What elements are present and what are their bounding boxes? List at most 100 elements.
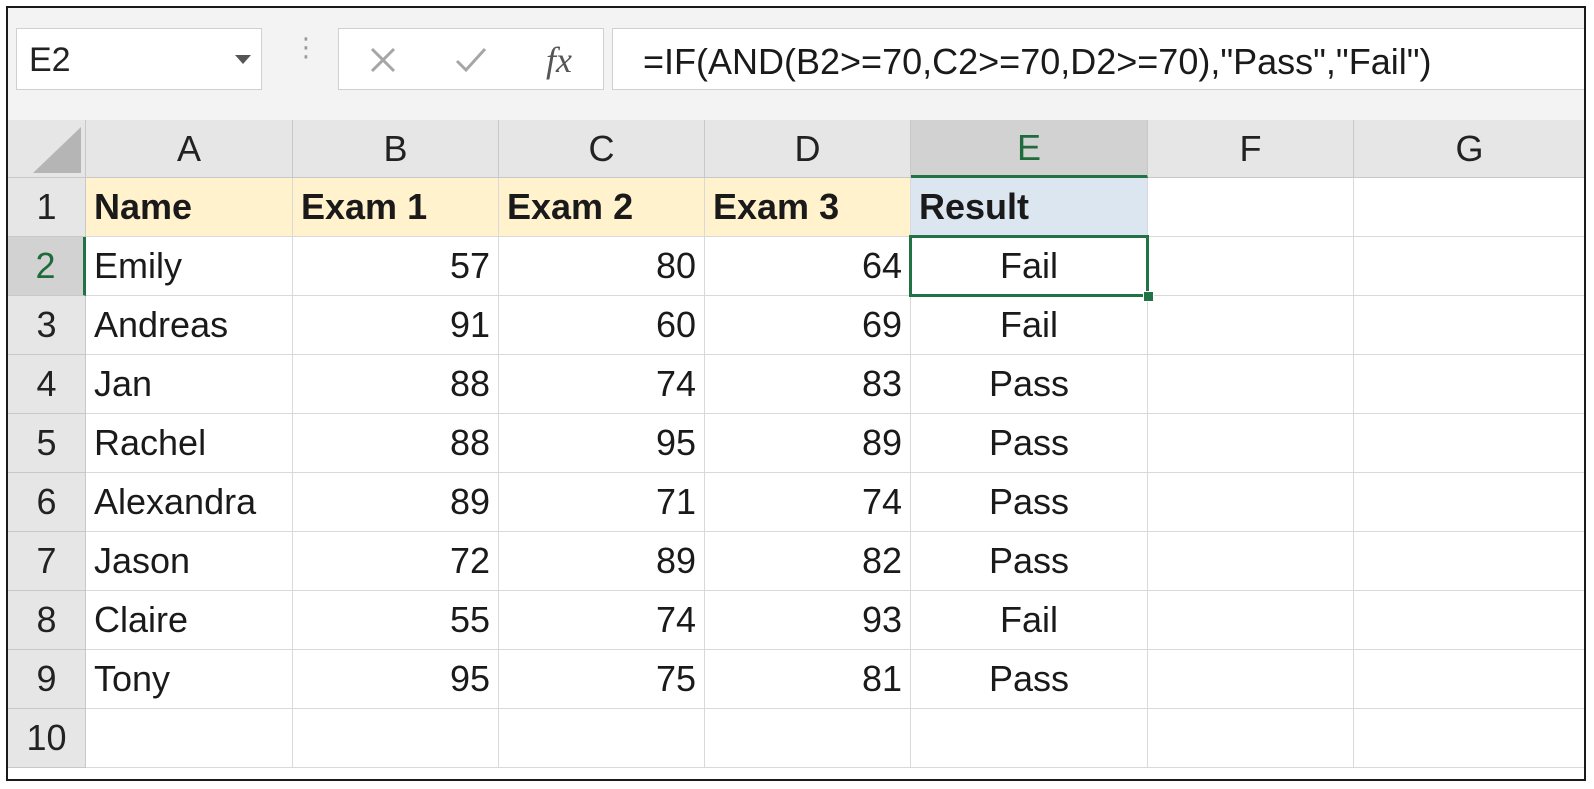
cell-e10[interactable]	[911, 709, 1148, 768]
cell-f10[interactable]	[1148, 709, 1354, 768]
cell-b2[interactable]: 57	[293, 237, 499, 296]
cell-b5[interactable]: 88	[293, 414, 499, 473]
cell-e4[interactable]: Pass	[911, 355, 1148, 414]
cell-e3[interactable]: Fail	[911, 296, 1148, 355]
cell-a10[interactable]	[86, 709, 293, 768]
column-header-e[interactable]: E	[911, 120, 1148, 178]
cell-f4[interactable]	[1148, 355, 1354, 414]
cell-d4[interactable]: 83	[705, 355, 911, 414]
cell-b6[interactable]: 89	[293, 473, 499, 532]
column-header-c[interactable]: C	[499, 120, 705, 178]
row-header-9[interactable]: 9	[8, 650, 86, 709]
header-cell-d[interactable]: Exam 3	[705, 178, 911, 237]
name-box-value: E2	[29, 41, 71, 79]
check-icon	[455, 47, 487, 73]
cell-a6[interactable]: Alexandra	[86, 473, 293, 532]
cell-f1[interactable]	[1148, 178, 1354, 237]
excel-window: E2 ⋮ fx =IF(AND(B2>=70,C2>=70,D2>=70),"P…	[6, 6, 1586, 781]
cell-g3[interactable]	[1354, 296, 1584, 355]
cell-g5[interactable]	[1354, 414, 1584, 473]
formula-input[interactable]: =IF(AND(B2>=70,C2>=70,D2>=70),"Pass","Fa…	[612, 28, 1584, 90]
cell-b10[interactable]	[293, 709, 499, 768]
cell-g10[interactable]	[1354, 709, 1584, 768]
header-cell-a[interactable]: Name	[86, 178, 293, 237]
row-header-4[interactable]: 4	[8, 355, 86, 414]
cell-f3[interactable]	[1148, 296, 1354, 355]
cell-f6[interactable]	[1148, 473, 1354, 532]
row-header-10[interactable]: 10	[8, 709, 86, 768]
cell-e5[interactable]: Pass	[911, 414, 1148, 473]
cell-d10[interactable]	[705, 709, 911, 768]
cell-d7[interactable]: 82	[705, 532, 911, 591]
cell-g6[interactable]	[1354, 473, 1584, 532]
cell-d5[interactable]: 89	[705, 414, 911, 473]
cell-e8[interactable]: Fail	[911, 591, 1148, 650]
cell-c9[interactable]: 75	[499, 650, 705, 709]
cell-b4[interactable]: 88	[293, 355, 499, 414]
column-header-f[interactable]: F	[1148, 120, 1354, 178]
column-header-d[interactable]: D	[705, 120, 911, 178]
cell-d6[interactable]: 74	[705, 473, 911, 532]
chevron-down-icon[interactable]	[235, 55, 251, 64]
cell-c2[interactable]: 80	[499, 237, 705, 296]
cell-d3[interactable]: 69	[705, 296, 911, 355]
cell-f2[interactable]	[1148, 237, 1354, 296]
cell-f8[interactable]	[1148, 591, 1354, 650]
cell-b9[interactable]: 95	[293, 650, 499, 709]
cell-c3[interactable]: 60	[499, 296, 705, 355]
cell-d9[interactable]: 81	[705, 650, 911, 709]
more-options-icon[interactable]: ⋮	[293, 34, 319, 77]
cell-e9[interactable]: Pass	[911, 650, 1148, 709]
cell-d8[interactable]: 93	[705, 591, 911, 650]
header-cell-c[interactable]: Exam 2	[499, 178, 705, 237]
cell-g1[interactable]	[1354, 178, 1584, 237]
fill-handle[interactable]	[1143, 291, 1154, 302]
cell-a5[interactable]: Rachel	[86, 414, 293, 473]
cell-c5[interactable]: 95	[499, 414, 705, 473]
cell-c4[interactable]: 74	[499, 355, 705, 414]
select-all-button[interactable]	[8, 120, 86, 178]
row-header-1[interactable]: 1	[8, 178, 86, 237]
insert-function-button[interactable]: fx	[531, 35, 587, 85]
cell-g7[interactable]	[1354, 532, 1584, 591]
cell-a7[interactable]: Jason	[86, 532, 293, 591]
enter-button[interactable]	[443, 35, 499, 85]
spreadsheet-grid[interactable]: A B C D E F G 1 2 3 4 5 6 7 8 9 10 Name Exam 1 Exam 2 Exam 3…	[8, 120, 1584, 779]
cell-c8[interactable]: 74	[499, 591, 705, 650]
cell-c7[interactable]: 89	[499, 532, 705, 591]
cell-g8[interactable]	[1354, 591, 1584, 650]
cell-f7[interactable]	[1148, 532, 1354, 591]
cell-f5[interactable]	[1148, 414, 1354, 473]
cell-g4[interactable]	[1354, 355, 1584, 414]
row-header-7[interactable]: 7	[8, 532, 86, 591]
cell-b8[interactable]: 55	[293, 591, 499, 650]
cell-g9[interactable]	[1354, 650, 1584, 709]
cell-a3[interactable]: Andreas	[86, 296, 293, 355]
column-header-a[interactable]: A	[86, 120, 293, 178]
cell-g2[interactable]	[1354, 237, 1584, 296]
name-box[interactable]: E2	[16, 28, 262, 90]
row-header-8[interactable]: 8	[8, 591, 86, 650]
cell-c10[interactable]	[499, 709, 705, 768]
cell-d2[interactable]: 64	[705, 237, 911, 296]
cell-a2[interactable]: Emily	[86, 237, 293, 296]
cancel-button[interactable]	[355, 35, 411, 85]
cell-f9[interactable]	[1148, 650, 1354, 709]
column-header-g[interactable]: G	[1354, 120, 1584, 178]
row-header-5[interactable]: 5	[8, 414, 86, 473]
cell-a8[interactable]: Claire	[86, 591, 293, 650]
column-header-b[interactable]: B	[293, 120, 499, 178]
row-header-3[interactable]: 3	[8, 296, 86, 355]
cell-c6[interactable]: 71	[499, 473, 705, 532]
cell-b7[interactable]: 72	[293, 532, 499, 591]
header-cell-b[interactable]: Exam 1	[293, 178, 499, 237]
row-header-2[interactable]: 2	[8, 237, 86, 296]
cell-b3[interactable]: 91	[293, 296, 499, 355]
cell-e2[interactable]: Fail	[911, 237, 1148, 296]
cell-e7[interactable]: Pass	[911, 532, 1148, 591]
cell-e6[interactable]: Pass	[911, 473, 1148, 532]
cell-a9[interactable]: Tony	[86, 650, 293, 709]
header-cell-e[interactable]: Result	[911, 178, 1148, 237]
row-header-6[interactable]: 6	[8, 473, 86, 532]
cell-a4[interactable]: Jan	[86, 355, 293, 414]
